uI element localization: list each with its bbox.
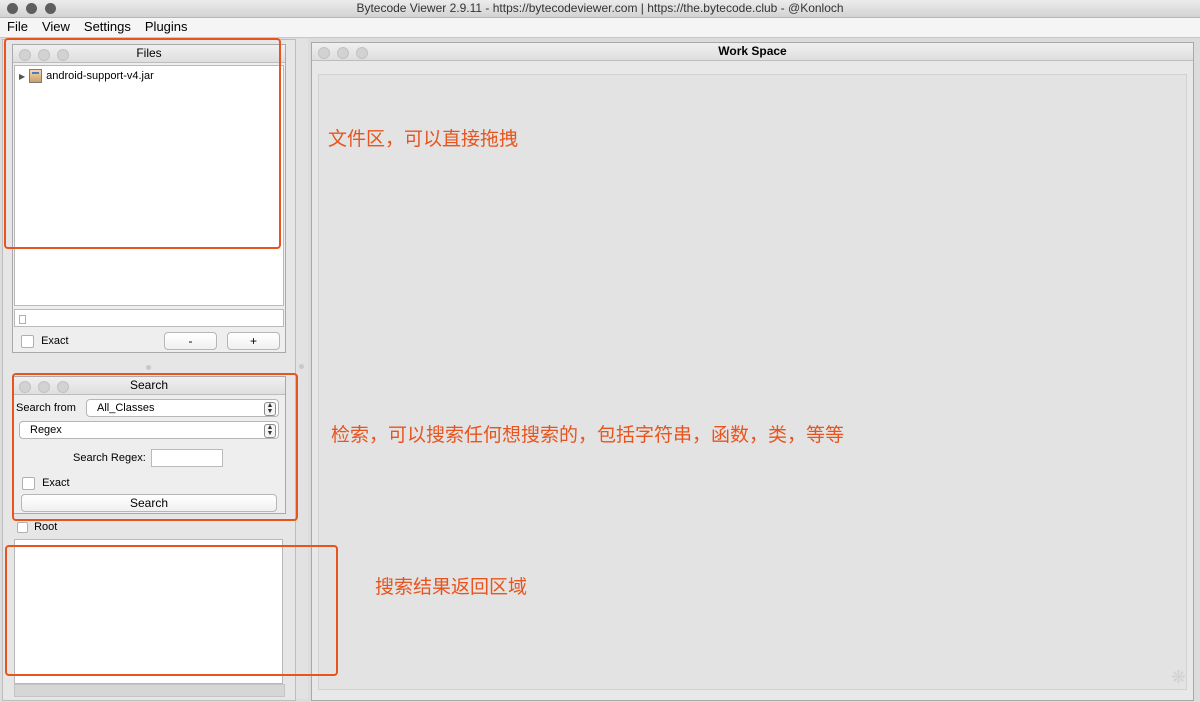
workspace-titlebar[interactable]: Work Space <box>312 43 1193 61</box>
workspace-minimize-icon[interactable] <box>337 47 349 59</box>
zoom-window-icon[interactable] <box>45 3 56 14</box>
minimize-window-icon[interactable] <box>26 3 37 14</box>
workspace-controls <box>318 47 368 59</box>
files-exact-row[interactable]: Exact <box>21 335 69 348</box>
results-annotation-box <box>5 545 338 676</box>
workspace-title: Work Space <box>718 44 787 58</box>
splitter-handle[interactable] <box>146 365 151 370</box>
close-window-icon[interactable] <box>7 3 18 14</box>
menu-file[interactable]: File <box>0 18 35 37</box>
window-controls[interactable] <box>7 3 56 14</box>
window-titlebar: Bytecode Viewer 2.9.11 - https://bytecod… <box>0 0 1200 18</box>
filter-caret-icon <box>19 315 26 325</box>
files-filter-input[interactable] <box>14 309 284 327</box>
collapse-button[interactable]: - <box>164 332 217 350</box>
files-annotation-text: 文件区，可以直接拖拽 <box>328 128 519 150</box>
menu-settings[interactable]: Settings <box>77 18 138 37</box>
expand-button[interactable]: + <box>227 332 280 350</box>
files-exact-label: Exact <box>41 335 69 348</box>
files-annotation-box <box>4 38 281 249</box>
results-root-label: Root <box>34 521 58 533</box>
menu-plugins[interactable]: Plugins <box>138 18 195 37</box>
main-splitter-handle[interactable] <box>299 364 304 369</box>
workspace-close-icon[interactable] <box>318 47 330 59</box>
results-scrollbar[interactable] <box>14 684 285 697</box>
menu-view[interactable]: View <box>35 18 77 37</box>
window-title: Bytecode Viewer 2.9.11 - https://bytecod… <box>356 1 844 15</box>
menu-bar: File View Settings Plugins <box>0 18 1200 38</box>
root-node-icon <box>17 521 28 533</box>
results-root-row[interactable]: Root <box>17 521 57 533</box>
search-annotation-box <box>12 373 298 521</box>
files-exact-checkbox[interactable] <box>21 335 34 348</box>
results-annotation-text: 搜索结果返回区域 <box>375 576 528 598</box>
workspace-maximize-icon[interactable] <box>356 47 368 59</box>
search-annotation-text: 检索，可以搜索任何想搜索的，包括字符串，函数，类，等等 <box>331 424 845 446</box>
watermark-icon: ❋ <box>1170 667 1186 687</box>
